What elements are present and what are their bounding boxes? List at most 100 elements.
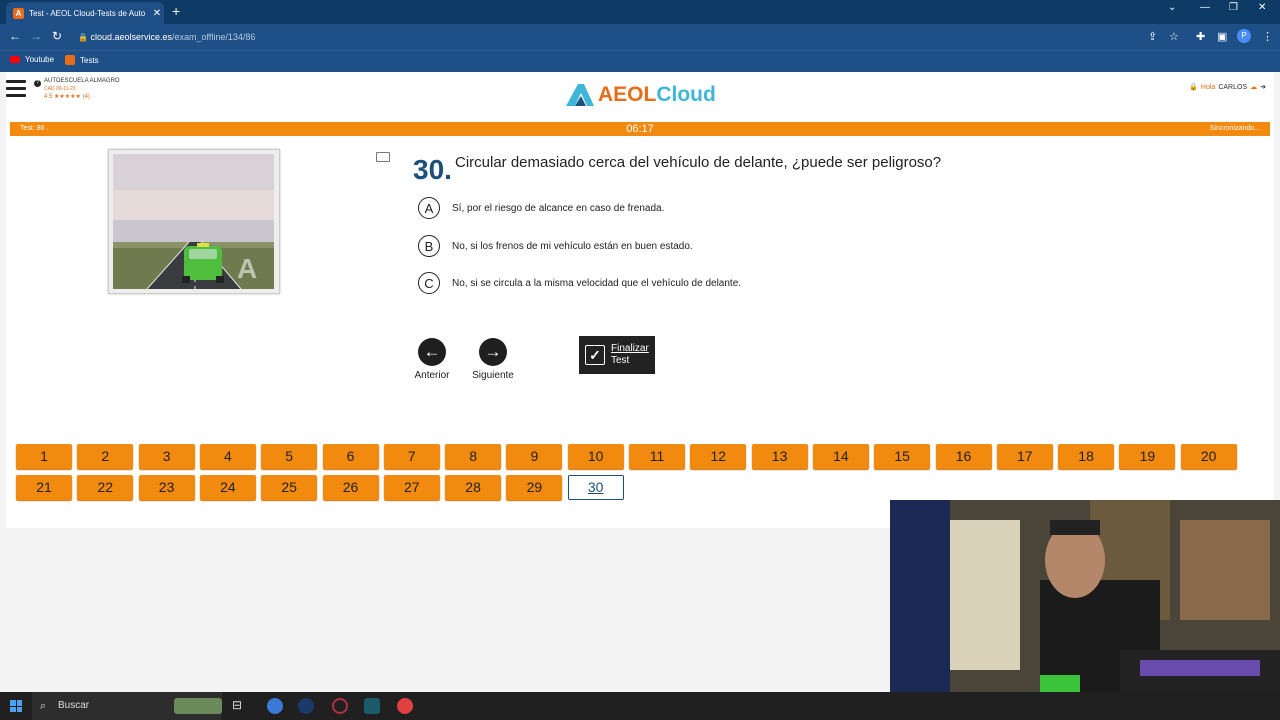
browser-tab[interactable]: A Test - AEOL Cloud-Tests de Auto ✕ [6,2,164,24]
keyboard-icon[interactable] [376,152,390,162]
answer-text: No, si los frenos de mi vehículo están e… [452,240,693,252]
next-button[interactable]: → Siguiente [470,338,516,381]
forward-icon[interactable]: → [30,29,42,43]
close-window-icon[interactable]: ✕ [1258,2,1266,13]
logout-icon[interactable]: ➜ [1260,83,1266,91]
question-image: A [108,149,280,294]
answer-text: No, si se circula a la misma velocidad q… [452,277,742,289]
arrow-right-icon: → [479,338,507,366]
restore-icon[interactable]: ❐ [1229,2,1238,13]
search-label: Buscar [58,700,90,711]
chrome-icon[interactable] [267,698,283,714]
question-nav-button-27[interactable]: 27 [383,475,440,500]
lock-icon: 🔒 [78,33,88,42]
tab-title: Test - AEOL Cloud-Tests de Auto [29,8,146,18]
browser-tab-bar: A Test - AEOL Cloud-Tests de Auto ✕ + ⌄ … [0,0,1280,24]
user-menu[interactable]: 🔒 Hola CARLOS ☁ ➜ [1189,83,1266,92]
question-nav-button-21[interactable]: 21 [16,475,72,500]
question-nav-button-13[interactable]: 13 [751,444,808,469]
question-nav-button-24[interactable]: 24 [199,475,256,500]
extensions-icon[interactable]: ✚ [1196,30,1205,43]
timer: 06:17 [626,123,654,135]
back-icon[interactable]: ← [9,29,21,43]
previous-label: Anterior [414,370,450,381]
question-nav-button-2[interactable]: 2 [77,444,134,469]
question-nav-button-12[interactable]: 12 [690,444,747,469]
new-tab-icon[interactable]: + [172,3,180,19]
tab-search-chevron-icon[interactable]: ⌄ [1168,2,1176,13]
question-nav-button-11[interactable]: 11 [629,444,685,469]
webcam-image [890,500,1280,692]
arrow-left-icon: ← [418,338,446,366]
finish-test-button[interactable]: ✓ Finalizar Test [579,336,655,374]
hamburger-menu-icon[interactable] [6,80,26,101]
sync-label: Sincronizando... [1209,125,1260,132]
windows-start-icon[interactable] [10,700,22,712]
minimize-icon[interactable]: — [1200,2,1210,13]
question-nav-button-28[interactable]: 28 [445,475,502,500]
news-widget-icon[interactable] [174,698,222,714]
question-nav-button-22[interactable]: 22 [77,475,134,500]
school-code: CAD 09-11-23 [44,86,76,92]
help-icon[interactable]: ? [34,80,41,87]
question-nav-button-23[interactable]: 23 [138,475,195,500]
question-nav-button-26[interactable]: 26 [322,475,379,500]
aeol-icon [65,55,75,65]
question-nav-button-17[interactable]: 17 [996,444,1053,469]
previous-button[interactable]: ← Anterior [413,338,451,381]
question-nav-button-30[interactable]: 30 [567,475,624,500]
profile-avatar[interactable]: P [1237,29,1251,43]
question-nav-button-14[interactable]: 14 [812,444,869,469]
question-number: 30. [413,154,452,185]
answer-text: Sí, por el riesgo de alcance en caso de … [452,202,665,214]
cloud-icon: ☁ [1250,84,1258,91]
question-nav-button-10[interactable]: 10 [567,444,624,469]
task-view-icon[interactable]: ⊟ [232,698,248,714]
next-label: Siguiente [472,370,514,381]
obs-icon[interactable] [397,698,413,714]
question-nav-button-15[interactable]: 15 [874,444,931,469]
question-nav-button-6[interactable]: 6 [322,444,379,469]
question-nav-button-1[interactable]: 1 [16,444,72,469]
finish-label-2: Test [611,355,630,366]
url-field[interactable]: 🔒 cloud.aeolservice.es/exam_offline/134/… [78,27,1128,47]
star-icon[interactable]: ☆ [1169,30,1179,43]
answer-letter: A [418,197,440,219]
question-nav-button-5[interactable]: 5 [261,444,318,469]
question-nav-button-20[interactable]: 20 [1180,444,1237,469]
answer-option-b[interactable]: B No, si los frenos de mi vehículo están… [418,233,693,259]
webcam-overlay [890,500,1280,692]
question-nav-button-8[interactable]: 8 [445,444,502,469]
question-nav-button-3[interactable]: 3 [138,444,195,469]
bookmark-tests[interactable]: Tests [65,55,99,65]
question-nav-button-25[interactable]: 25 [261,475,318,500]
question-nav-button-19[interactable]: 19 [1119,444,1176,469]
svg-text:A: A [237,253,257,284]
question-nav-button-29[interactable]: 29 [506,475,563,500]
answer-option-c[interactable]: C No, si se circula a la misma velocidad… [418,270,741,296]
search-icon: ⌕ [40,700,47,712]
checkbox-check-icon: ✓ [585,345,605,365]
share-icon[interactable]: ⇪ [1148,30,1157,43]
url-path: /exam_offline/134/86 [172,32,256,42]
close-tab-icon[interactable]: ✕ [150,8,164,19]
sidepanel-icon[interactable]: ▣ [1217,30,1227,43]
bookmark-youtube[interactable]: Youtube [10,55,54,64]
terminal-icon[interactable] [364,698,380,714]
question-nav-button-4[interactable]: 4 [199,444,256,469]
bookmarks-bar: Youtube Tests [0,50,1280,73]
menu-kebab-icon[interactable]: ⋮ [1262,30,1273,43]
aeol-favicon-icon: A [13,7,24,19]
question-nav-button-9[interactable]: 9 [506,444,563,469]
steam-icon[interactable] [298,698,314,714]
question-nav-button-16[interactable]: 16 [935,444,992,469]
answer-option-a[interactable]: A Sí, por el riesgo de alcance en caso d… [418,195,664,221]
school-name: AUTOESCUELA ALMAGRO [44,78,120,84]
question-text: Circular demasiado cerca del vehículo de… [455,154,942,171]
finish-label-1: Finalizar [611,343,649,354]
app-icon[interactable] [332,698,348,714]
question-nav-button-7[interactable]: 7 [383,444,440,469]
url-host: cloud.aeolservice.es [90,32,173,42]
reload-icon[interactable]: ↻ [52,29,62,43]
question-nav-button-18[interactable]: 18 [1058,444,1115,469]
